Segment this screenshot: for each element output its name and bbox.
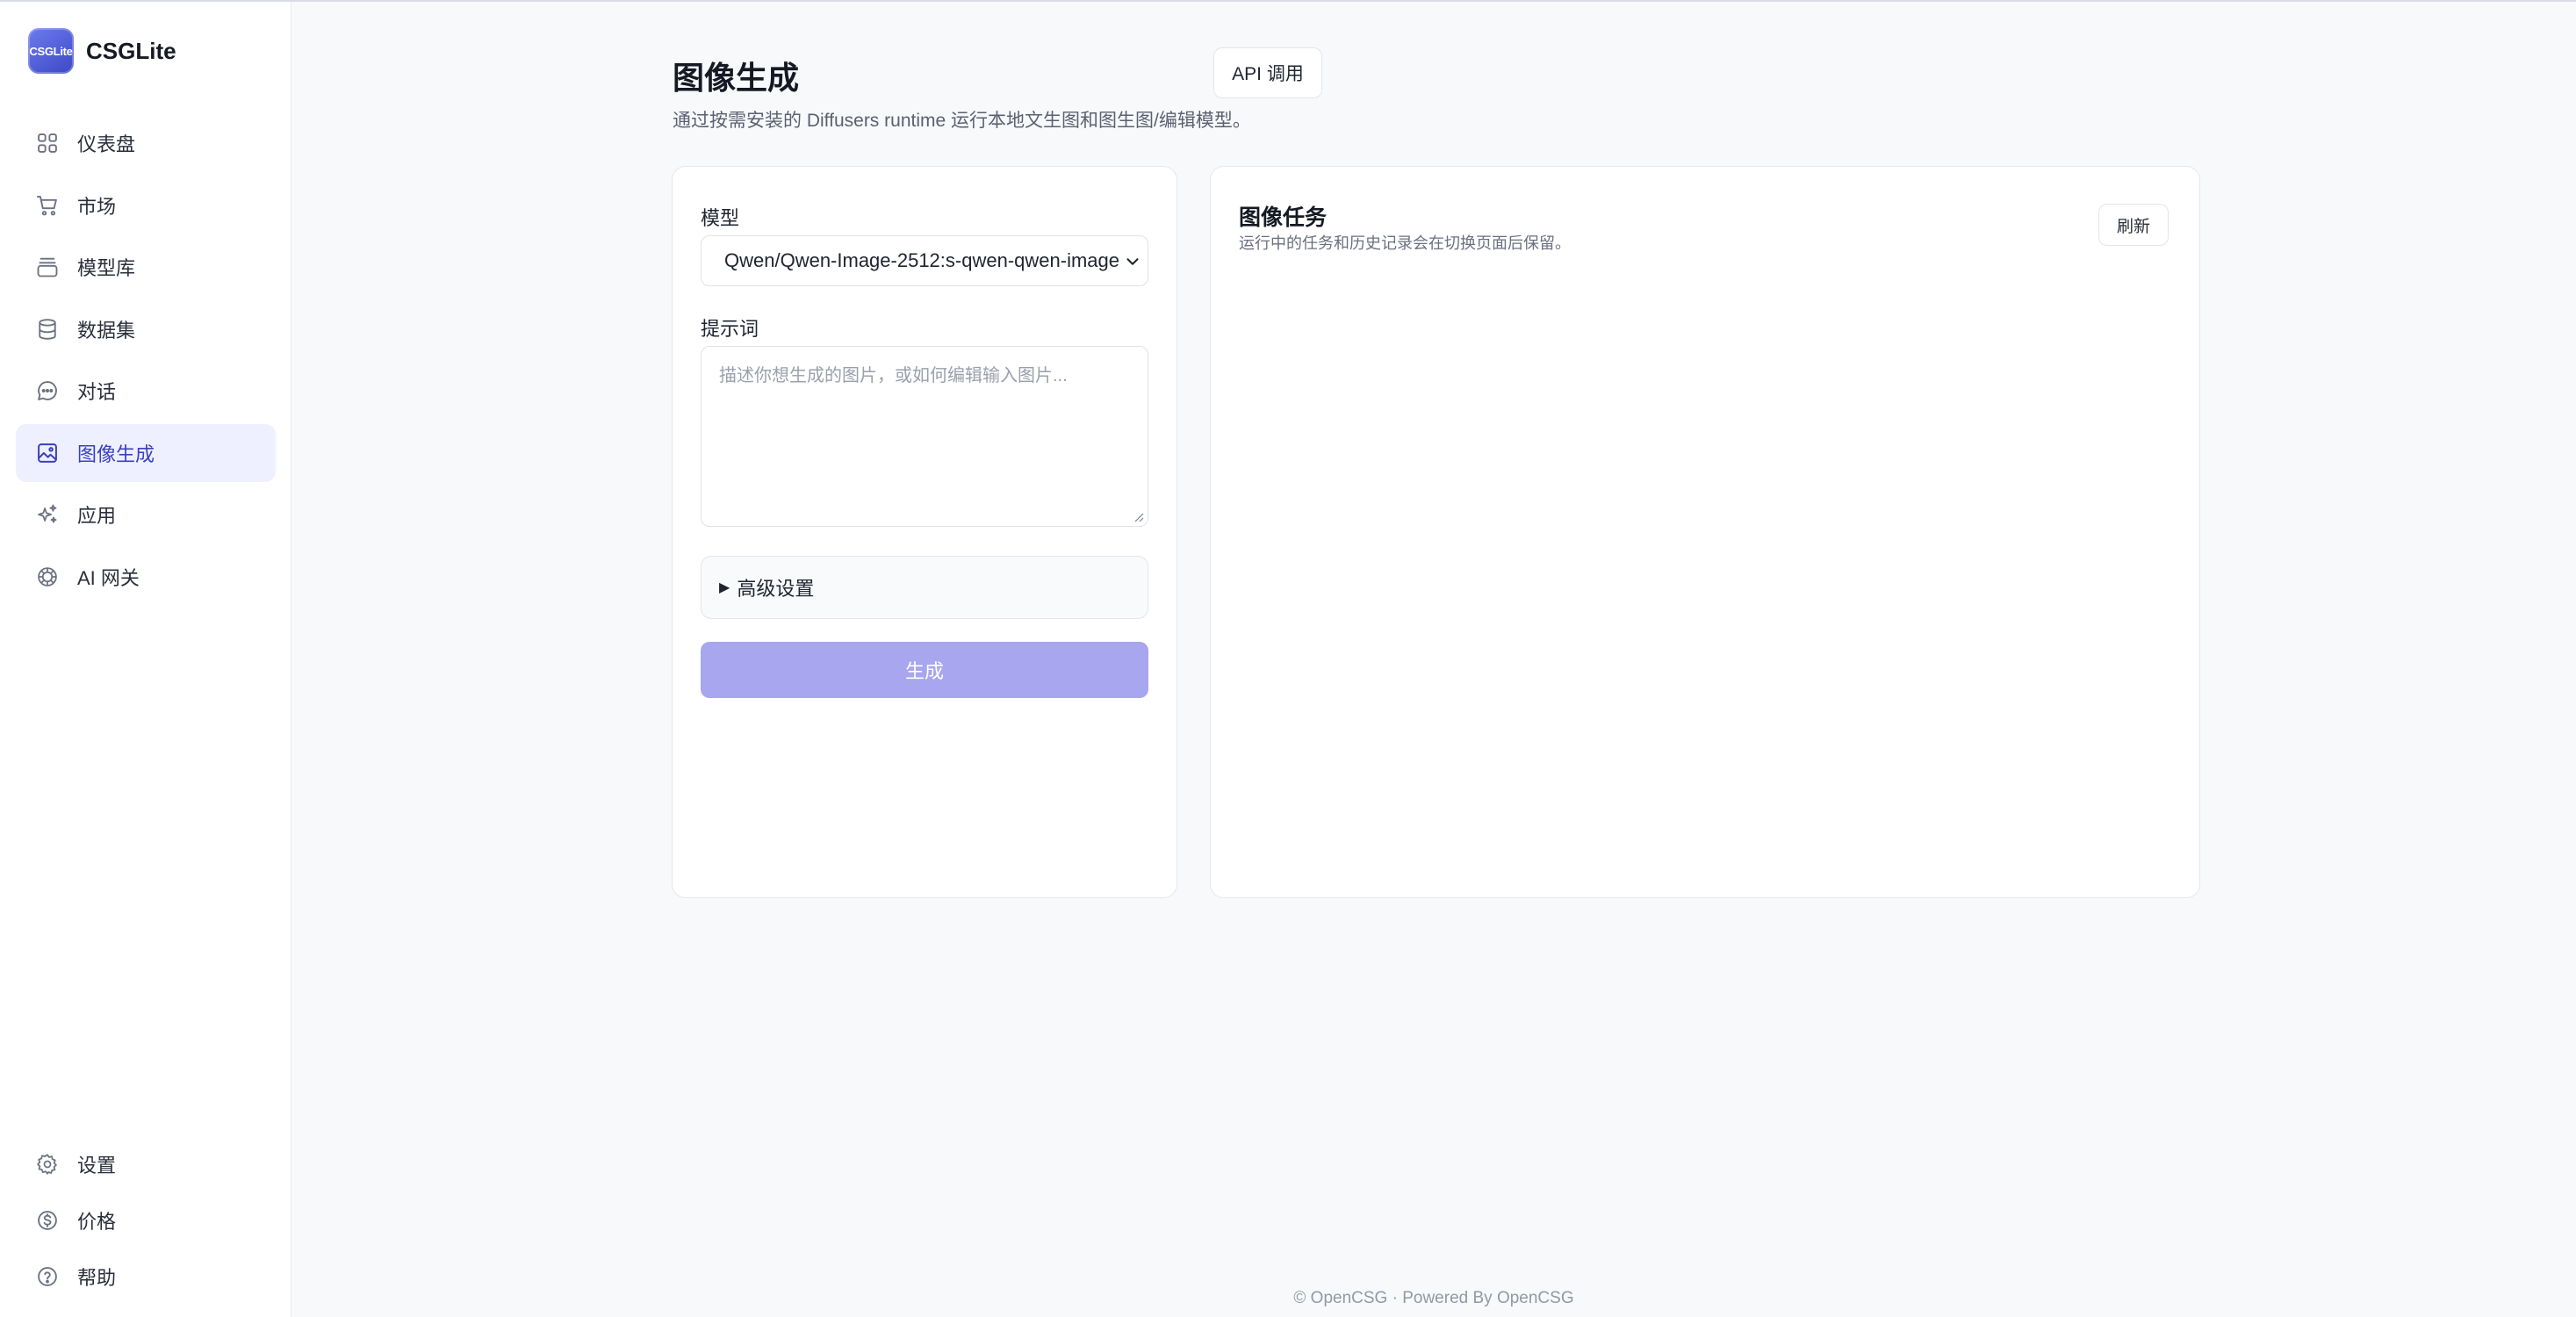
model-label: 模型 bbox=[701, 207, 740, 229]
sidebar-item-help[interactable]: 帮助 bbox=[16, 1250, 276, 1303]
api-call-button[interactable]: API 调用 bbox=[1213, 47, 1322, 98]
sidebar: CSGLite CSGLite 仪表盘 市场 模型库 数据集 对话 图像生成 应… bbox=[0, 2, 291, 1317]
sidebar-item-model-library[interactable]: 模型库 bbox=[16, 238, 276, 296]
sidebar-item-label: 市场 bbox=[77, 195, 117, 218]
chevron-down-icon bbox=[1123, 252, 1142, 271]
advanced-settings-label: 高级设置 bbox=[737, 578, 815, 600]
sidebar-item-label: 帮助 bbox=[77, 1267, 117, 1289]
generate-button[interactable]: 生成 bbox=[701, 642, 1148, 698]
sidebar-item-datasets[interactable]: 数据集 bbox=[16, 300, 276, 358]
main-content: 图像生成 通过按需安装的 Diffusers runtime 运行本地文生图和图… bbox=[291, 2, 2576, 1317]
ai-gateway-icon bbox=[38, 566, 57, 587]
page-title: 图像生成 bbox=[673, 60, 800, 96]
model-select-value: Qwen/Qwen-Image-2512:s-qwen-qwen-image bbox=[724, 249, 1119, 271]
database-icon bbox=[39, 318, 56, 340]
sparkles-icon bbox=[38, 504, 57, 523]
sidebar-item-label: 数据集 bbox=[77, 319, 136, 342]
sidebar-item-label: 图像生成 bbox=[77, 443, 155, 465]
dollar-icon bbox=[38, 1211, 57, 1230]
brand-name: CSGLite bbox=[86, 37, 176, 64]
sidebar-item-apps[interactable]: 应用 bbox=[16, 486, 276, 543]
page-description: 通过按需安装的 Diffusers runtime 运行本地文生图和图生图/编辑… bbox=[673, 111, 1251, 131]
sidebar-item-chat[interactable]: 对话 bbox=[16, 362, 276, 420]
brand[interactable]: CSGLite CSGLite bbox=[28, 28, 176, 74]
generation-form-card: 模型 Qwen/Qwen-Image-2512:s-qwen-qwen-imag… bbox=[672, 166, 1177, 898]
sidebar-item-label: 价格 bbox=[77, 1211, 117, 1233]
brand-logo: CSGLite bbox=[28, 28, 74, 74]
sidebar-item-label: 设置 bbox=[77, 1155, 117, 1177]
sidebar-nav: 仪表盘 市场 模型库 数据集 对话 图像生成 应用 AI 网关 bbox=[16, 114, 276, 609]
sidebar-item-dashboard[interactable]: 仪表盘 bbox=[16, 114, 276, 172]
prompt-placeholder: 描述你想生成的图片，或如何编辑输入图片... bbox=[719, 366, 1068, 385]
footer: © OpenCSG · Powered By OpenCSG bbox=[1293, 1289, 1574, 1307]
sidebar-item-image-generation[interactable]: 图像生成 bbox=[16, 423, 276, 482]
tasks-description: 运行中的任务和历史记录会在切换页面后保留。 bbox=[1239, 234, 1571, 252]
sidebar-item-label: 对话 bbox=[77, 381, 117, 403]
prompt-label: 提示词 bbox=[701, 318, 759, 340]
sidebar-item-label: 仪表盘 bbox=[77, 133, 136, 155]
gear-icon bbox=[37, 1154, 57, 1175]
sidebar-item-ai-gateway[interactable]: AI 网关 bbox=[16, 548, 276, 606]
model-library-icon bbox=[37, 257, 58, 277]
help-icon bbox=[38, 1267, 57, 1286]
cart-icon bbox=[36, 195, 57, 215]
image-icon bbox=[38, 443, 57, 463]
tasks-title: 图像任务 bbox=[1239, 205, 1328, 230]
refresh-button[interactable]: 刷新 bbox=[2098, 204, 2169, 246]
sidebar-item-settings[interactable]: 设置 bbox=[16, 1138, 276, 1191]
sidebar-item-pricing[interactable]: 价格 bbox=[16, 1194, 276, 1247]
dashboard-icon bbox=[38, 133, 57, 153]
app-root: CSGLite CSGLite 仪表盘 市场 模型库 数据集 对话 图像生成 应… bbox=[0, 0, 2576, 1317]
model-select[interactable]: Qwen/Qwen-Image-2512:s-qwen-qwen-image bbox=[701, 235, 1148, 286]
advanced-settings-toggle[interactable]: ▶ 高级设置 bbox=[701, 556, 1148, 619]
sidebar-item-label: 应用 bbox=[77, 505, 117, 527]
sidebar-item-label: AI 网关 bbox=[77, 566, 140, 589]
image-tasks-card: 图像任务 运行中的任务和历史记录会在切换页面后保留。 刷新 bbox=[1210, 166, 2200, 898]
chat-icon bbox=[38, 381, 57, 400]
prompt-textarea[interactable]: 描述你想生成的图片，或如何编辑输入图片... bbox=[701, 346, 1148, 527]
sidebar-bottom-nav: 设置 价格 帮助 bbox=[16, 1138, 276, 1306]
caret-right-icon: ▶ bbox=[719, 580, 730, 595]
sidebar-item-market[interactable]: 市场 bbox=[16, 176, 276, 234]
resize-grip-icon[interactable] bbox=[1132, 510, 1144, 522]
sidebar-item-label: 模型库 bbox=[77, 257, 136, 279]
